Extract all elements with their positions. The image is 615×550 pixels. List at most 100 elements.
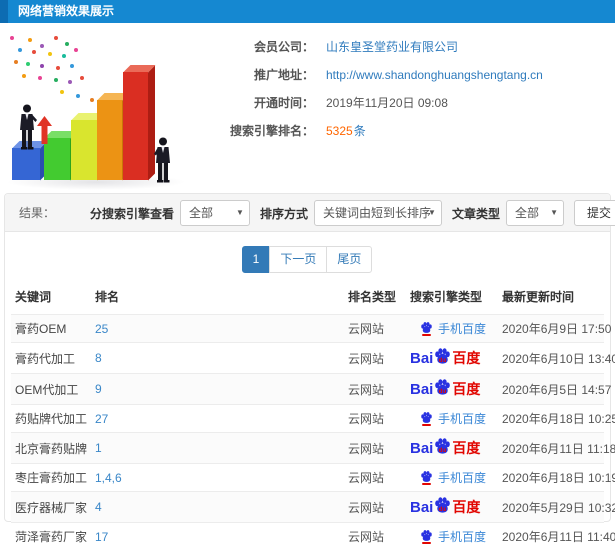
keyword-cell: 枣庄膏药加工 (11, 464, 91, 492)
mobile-baidu-badge: 手机百度 (420, 528, 486, 545)
bar-yellow (71, 120, 97, 180)
page-1-button[interactable]: 1 (242, 246, 271, 273)
engine-filter-label: 分搜索引擎查看 (90, 205, 174, 222)
table-row: 膏药代加工 8 云网站 Bai du 百度 2020年6月10日 13:40 (11, 343, 604, 374)
header-rank: 排名 (91, 282, 344, 315)
rank-link[interactable]: 4 (91, 492, 344, 523)
company-label: 会员公司： (196, 38, 314, 55)
engine-cell: Bai du 百度 (406, 492, 498, 523)
baidu-logo-cn: 百度 (452, 348, 480, 368)
open-time-value: 2019年11月20日 09:08 (326, 94, 448, 111)
header-engine-type: 搜索引擎类型 (406, 282, 498, 315)
table-row: 药贴牌代加工 27 云网站 手机百度 2020年6月18日 10:25 (11, 405, 604, 433)
table-row: 北京膏药贴牌 1 云网站 Bai du 百度 2020年6月11日 11:18 (11, 433, 604, 464)
rank-type-cell: 云网站 (344, 492, 406, 523)
baidu-logo-cn: 百度 (452, 379, 480, 399)
engine-cell: 手机百度 (406, 405, 498, 433)
rank-link[interactable]: 8 (91, 343, 344, 374)
baidu-logo-bai: Bai (410, 350, 433, 367)
mobile-baidu-underline (422, 334, 431, 336)
promo-url-label: 推广地址： (196, 66, 314, 83)
baidu-logo-bai: Bai (410, 440, 433, 457)
rank-type-cell: 云网站 (344, 464, 406, 492)
mobile-baidu-badge: 手机百度 (420, 410, 486, 427)
rank-link[interactable]: 1 (91, 433, 344, 464)
keyword-cell: 膏药OEM (11, 315, 91, 343)
engine-filter-select[interactable]: 全部 ▼ (180, 200, 250, 226)
businessman-right-icon (152, 136, 174, 184)
chevron-down-icon: ▼ (550, 201, 558, 225)
mobile-baidu-paw-icon (420, 471, 433, 485)
baidu-logo: Bai du 百度 (410, 497, 480, 517)
updated-cell: 2020年6月18日 10:25 (498, 405, 604, 433)
header-updated: 最新更新时间 (498, 282, 604, 315)
seo-rank-count: 5325 (326, 124, 353, 138)
updated-cell: 2020年5月29日 10:32 (498, 492, 604, 523)
filter-controls: 分搜索引擎查看 全部 ▼ 排序方式 关键词由短到长排序 ▼ 文章类型 全部 ▼ … (80, 194, 615, 232)
svg-text:du: du (439, 506, 447, 513)
updated-cell: 2020年6月18日 10:19 (498, 464, 604, 492)
pagination: 1 下一页 尾页 (5, 246, 610, 273)
seo-rank-value[interactable]: 5325条 (326, 122, 366, 139)
baidu-logo: Bai du 百度 (410, 348, 480, 368)
rank-link[interactable]: 17 (91, 523, 344, 550)
baidu-logo-cn: 百度 (452, 438, 480, 458)
rank-type-cell: 云网站 (344, 405, 406, 433)
seo-rank-unit: 条 (354, 124, 366, 138)
baidu-paw-icon: du (434, 497, 451, 513)
confetti-dots (10, 36, 14, 40)
up-arrow-icon (36, 116, 53, 144)
table-row: 菏泽膏药厂家 17 云网站 手机百度 2020年6月11日 11:40 (11, 523, 604, 550)
rank-link[interactable]: 25 (91, 315, 344, 343)
engine-cell: Bai du 百度 (406, 433, 498, 464)
last-page-button[interactable]: 尾页 (326, 246, 372, 273)
table-row: OEM代加工 9 云网站 Bai du 百度 2020年6月5日 14:57 (11, 374, 604, 405)
rank-link[interactable]: 9 (91, 374, 344, 405)
company-name-link[interactable]: 山东皇圣堂药业有限公司 (326, 38, 458, 55)
submit-button[interactable]: 提交 (574, 200, 615, 226)
keyword-cell: 膏药代加工 (11, 343, 91, 374)
sort-filter-label: 排序方式 (260, 205, 308, 222)
updated-cell: 2020年6月11日 11:40 (498, 523, 604, 550)
mobile-baidu-paw-icon (420, 322, 433, 336)
engine-cell: Bai du 百度 (406, 374, 498, 405)
open-time-label: 开通时间： (196, 94, 314, 111)
mobile-baidu-underline (422, 542, 431, 544)
updated-cell: 2020年6月5日 14:57 (498, 374, 604, 405)
rank-link[interactable]: 1,4,6 (91, 464, 344, 492)
keyword-cell: 药贴牌代加工 (11, 405, 91, 433)
title-bar-accent (0, 0, 8, 23)
engine-cell: 手机百度 (406, 464, 498, 492)
bar-red (123, 72, 148, 180)
mobile-baidu-underline (422, 424, 431, 426)
baidu-logo-bai: Bai (410, 499, 433, 516)
engine-cell: 手机百度 (406, 315, 498, 343)
keyword-cell: 北京膏药贴牌 (11, 433, 91, 464)
article-type-value: 全部 (515, 206, 539, 220)
bar-orange (97, 100, 122, 180)
baidu-paw-icon: du (434, 379, 451, 395)
baidu-paw-icon: du (434, 348, 451, 364)
results-panel: 结果： 分搜索引擎查看 全部 ▼ 排序方式 关键词由短到长排序 ▼ 文章类型 全… (4, 193, 611, 522)
rank-type-cell: 云网站 (344, 343, 406, 374)
keyword-table: 关键词 排名 排名类型 搜索引擎类型 最新更新时间 膏药OEM 25 云网站 (11, 282, 604, 550)
mobile-baidu-paw-icon (420, 412, 433, 426)
page-title: 网络营销效果展示 (18, 0, 114, 23)
sort-filter-value: 关键词由短到长排序 (323, 206, 431, 220)
rank-type-cell: 云网站 (344, 433, 406, 464)
article-type-select[interactable]: 全部 ▼ (506, 200, 564, 226)
keyword-cell: 医疗器械厂家 (11, 492, 91, 523)
next-page-button[interactable]: 下一页 (269, 246, 327, 273)
engine-cell: 手机百度 (406, 523, 498, 550)
rank-link[interactable]: 27 (91, 405, 344, 433)
mobile-baidu-label: 手机百度 (438, 410, 486, 427)
svg-text:du: du (439, 357, 447, 364)
table-row: 医疗器械厂家 4 云网站 Bai du 百度 2020年5月29日 10:32 (11, 492, 604, 523)
table-header-row: 关键词 排名 排名类型 搜索引擎类型 最新更新时间 (11, 282, 604, 315)
engine-cell: Bai du 百度 (406, 343, 498, 374)
sort-filter-select[interactable]: 关键词由短到长排序 ▼ (314, 200, 442, 226)
table-row: 膏药OEM 25 云网站 手机百度 2020年6月9日 17:50 (11, 315, 604, 343)
svg-text:du: du (439, 447, 447, 454)
mobile-baidu-label: 手机百度 (438, 320, 486, 337)
promo-url-link[interactable]: http://www.shandonghuangshengtang.cn (326, 68, 543, 82)
